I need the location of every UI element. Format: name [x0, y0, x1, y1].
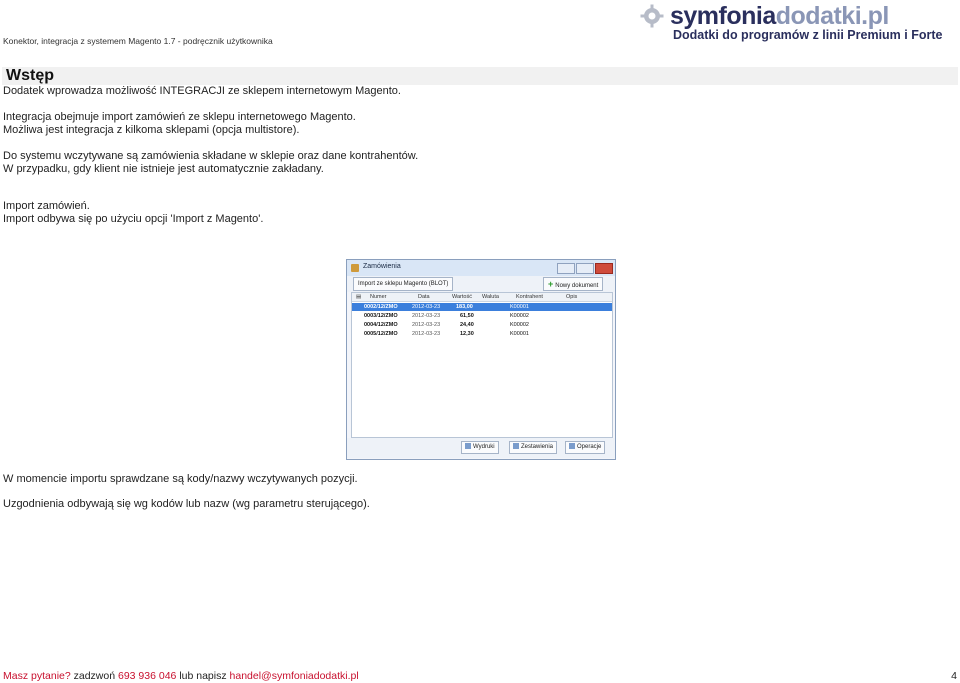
orders-grid: ▤ Numer Data Wartość Waluta Kontrahent O… [351, 292, 613, 438]
report-icon [513, 443, 519, 449]
logo-tagline: Dodatki do programów z linii Premium i F… [673, 28, 943, 42]
column-header[interactable]: Kontrahent [516, 294, 543, 300]
import-magento-button[interactable]: Import ze sklepu Magento (BLOT) [353, 277, 454, 291]
paragraph-line: Import zamówień. [3, 200, 90, 212]
print-icon [465, 443, 471, 449]
logo-wordmark: symfoniadodatki.pl [670, 2, 889, 30]
table-row[interactable]: 0004/12/ZMO 2012-03-23 24,40 K00002 [352, 321, 612, 329]
printouts-button[interactable]: Wydruki [461, 441, 499, 454]
grid-header-menu-icon: ▤ [356, 294, 362, 300]
new-document-button[interactable]: + Nowy dokument [543, 277, 604, 291]
section-heading-bar [2, 67, 958, 85]
paragraph-line: Integracja obejmuje import zamówień ze s… [3, 111, 356, 123]
footer-question: Masz pytanie? [3, 670, 71, 682]
column-header[interactable]: Waluta [482, 294, 499, 300]
table-row[interactable]: 0005/12/ZMO 2012-03-23 12,30 K00001 [352, 330, 612, 338]
symfoniadodatki-logo: symfoniadodatki.pl Dodatki do programów … [640, 2, 952, 46]
grid-header: ▤ Numer Data Wartość Waluta Kontrahent O… [352, 293, 612, 302]
document-header-title: Konektor, integracja z systemem Magento … [3, 36, 273, 46]
plus-icon: + [548, 279, 554, 289]
paragraph-line: Import odbywa się po użyciu opcji 'Impor… [3, 213, 264, 225]
table-row[interactable]: 0002/12/ZMO 2012-03-23 183,00 K00001 [352, 303, 612, 311]
footer-email-link[interactable]: handel@symfoniadodatki.pl [230, 670, 359, 682]
table-row[interactable]: 0003/12/ZMO 2012-03-23 61,50 K00002 [352, 312, 612, 320]
maximize-icon[interactable] [576, 263, 594, 274]
paragraph-line: Dodatek wprowadza możliwość INTEGRACJI z… [3, 85, 401, 97]
paragraph-line: Do systemu wczytywane są zamówienia skła… [3, 150, 419, 162]
minimize-icon[interactable] [557, 263, 575, 274]
paragraph-line: Możliwa jest integracja z kilkoma sklepa… [3, 124, 300, 136]
footer-call-text: zadzwoń [73, 670, 116, 682]
window-app-icon [351, 264, 359, 272]
close-icon[interactable] [595, 263, 613, 274]
reports-button[interactable]: Zestawienia [509, 441, 558, 454]
page-number: 4 [951, 670, 957, 682]
column-header[interactable]: Data [418, 294, 430, 300]
paragraph-line: W przypadku, gdy klient nie istnieje jes… [3, 163, 324, 175]
column-header[interactable]: Numer [370, 294, 387, 300]
paragraph-line: W momencie importu sprawdzane są kody/na… [3, 473, 358, 485]
operations-icon [569, 443, 575, 449]
paragraph-line: Uzgodnienia odbywają się wg kodów lub na… [3, 498, 370, 510]
window-title: Zamówienia [363, 263, 401, 270]
column-header[interactable]: Opis [566, 294, 577, 300]
operations-button[interactable]: Operacje [565, 441, 606, 454]
column-header[interactable]: Wartość [452, 294, 472, 300]
gear-icon [640, 4, 664, 28]
orders-window-screenshot: Zamówienia Import ze sklepu Magento (BLO… [346, 259, 616, 460]
footer-write-text: lub napisz [179, 670, 227, 682]
section-title: Wstęp [6, 67, 54, 84]
footer-phone-link[interactable]: 693 936 046 [118, 670, 176, 682]
page-footer: Masz pytanie? zadzwoń 693 936 046 lub na… [3, 670, 359, 682]
